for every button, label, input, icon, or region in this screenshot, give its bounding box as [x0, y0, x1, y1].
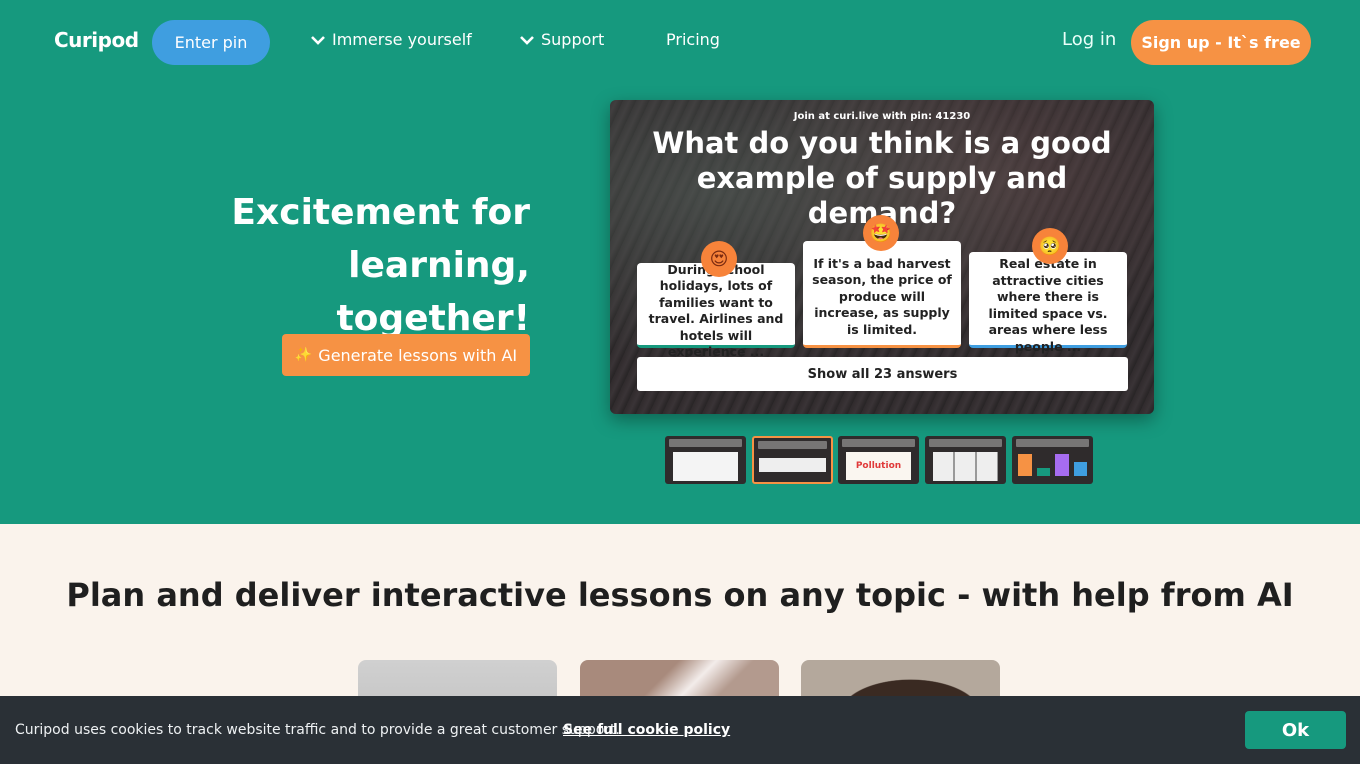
pleading-emoji-icon: 🥺	[1032, 228, 1068, 264]
word-cloud: Pollution	[846, 452, 911, 480]
cookie-policy-link[interactable]: See full cookie policy	[563, 722, 730, 738]
generate-lessons-label: Generate lessons with AI	[318, 345, 518, 365]
nav-immerse-label: Immerse yourself	[332, 30, 472, 49]
chevron-down-icon	[520, 35, 534, 45]
hero-title: Excitement for learning, together!	[180, 186, 530, 345]
hero-title-line2: learning, together!	[336, 245, 530, 339]
nav-immerse-yourself[interactable]: Immerse yourself	[310, 30, 472, 49]
thumbnail-title	[1016, 439, 1089, 447]
join-pin-text: Join at curi.live with pin: 41230	[793, 111, 971, 122]
cookie-message: Curipod uses cookies to track website tr…	[15, 722, 620, 738]
thumbnail-content	[759, 458, 826, 472]
hero-title-line1: Excitement for	[231, 192, 530, 233]
heart-eyes-emoji-icon: 😍	[701, 241, 737, 277]
thumbnail-content	[673, 452, 738, 481]
magic-wand-icon: ✨	[294, 347, 313, 363]
curipod-logo[interactable]: Curipod	[54, 28, 139, 52]
answer-card: If it's a bad harvest season, the price …	[803, 241, 961, 348]
features-title: Plan and deliver interactive lessons on …	[66, 576, 1294, 614]
thumbnail-title	[669, 439, 742, 447]
thumbnail-bar-chart	[1018, 452, 1087, 476]
slide-thumbnail-active[interactable]	[752, 436, 833, 484]
show-all-answers-button[interactable]: Show all 23 answers	[637, 357, 1128, 391]
slide-thumbnail[interactable]	[1012, 436, 1093, 484]
thumbnail-title	[929, 439, 1002, 447]
signup-button[interactable]: Sign up - It`s free	[1131, 20, 1311, 65]
thumbnail-title	[758, 441, 827, 449]
cookie-ok-button[interactable]: Ok	[1245, 711, 1346, 749]
nav-support[interactable]: Support	[519, 30, 604, 49]
slide-thumbnail[interactable]: Pollution	[838, 436, 919, 484]
slide-thumbnail[interactable]	[665, 436, 746, 484]
chevron-down-icon	[311, 35, 325, 45]
slide-preview: Join at curi.live with pin: 41230 What d…	[610, 100, 1154, 414]
nav-pricing[interactable]: Pricing	[666, 30, 720, 49]
slide-thumbnail[interactable]	[925, 436, 1006, 484]
star-eyes-emoji-icon: 🤩	[863, 215, 899, 251]
thumbnail-title	[842, 439, 915, 447]
generate-lessons-button[interactable]: ✨ Generate lessons with AI	[282, 334, 530, 376]
login-link[interactable]: Log in	[1062, 29, 1116, 50]
nav-support-label: Support	[541, 30, 605, 49]
answer-card: Real estate in attractive cities where t…	[969, 252, 1127, 354]
thumbnail-content	[933, 452, 998, 481]
enter-pin-button[interactable]: Enter pin	[152, 20, 270, 65]
